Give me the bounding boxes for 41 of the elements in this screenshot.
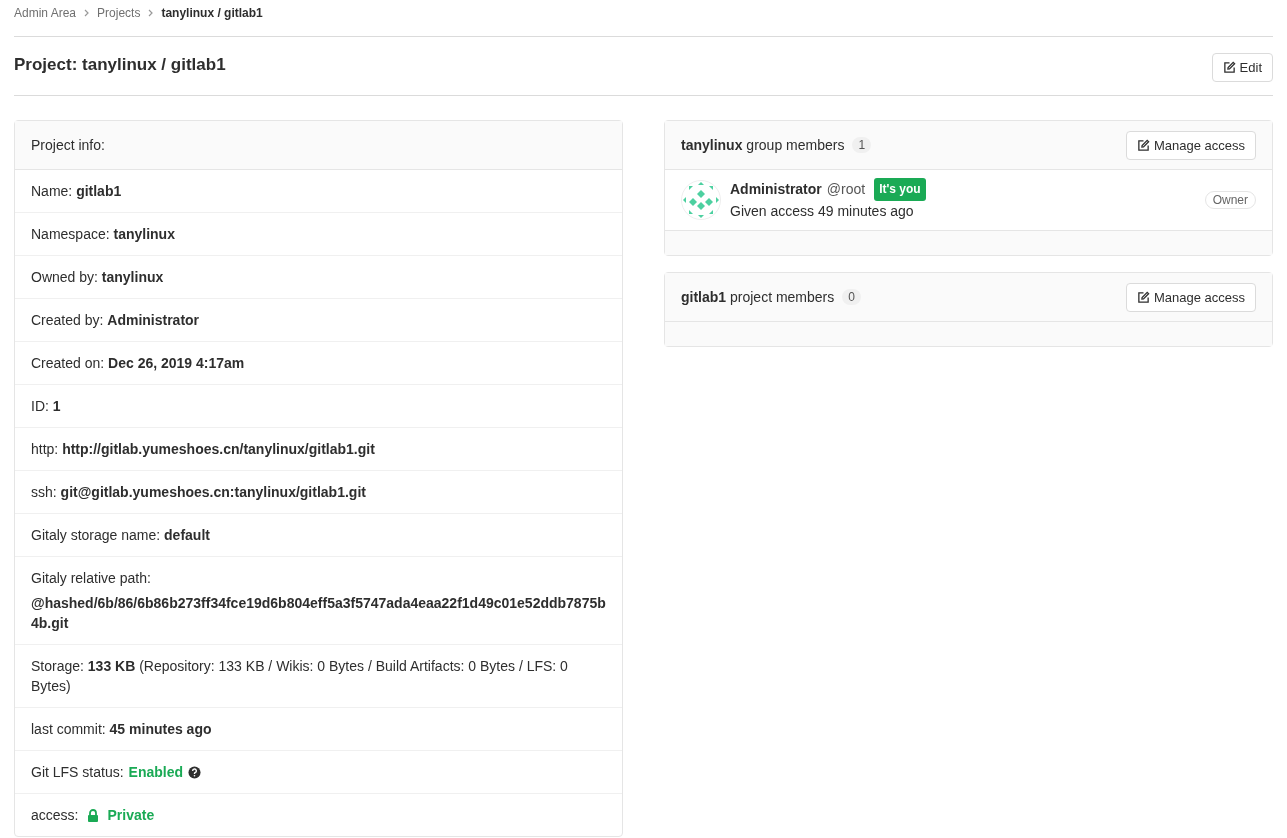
member-name[interactable]: Administrator	[730, 179, 822, 200]
panel-heading: gitlab1 project members	[681, 289, 835, 305]
page-title: Project: tanylinux / gitlab1	[14, 54, 226, 75]
info-text: Name: gitlab1	[31, 182, 122, 201]
info-text: ID: 1	[31, 397, 61, 416]
edit-icon	[1222, 61, 1236, 74]
info-value: @hashed/6b/86/6b86b273ff34fce19d6b804eff5a3f5747ada4eaa22f1d49c01e52ddb7875b4b.git	[31, 594, 606, 633]
panel-heading: Project info:	[31, 137, 105, 153]
member-count: 0	[842, 289, 861, 305]
info-text: Created by: Administrator	[31, 311, 200, 330]
info-label: access:	[31, 806, 79, 825]
lock-icon	[87, 808, 100, 822]
breadcrumb-link[interactable]: tanylinux / gitlab1	[161, 6, 263, 20]
breadcrumb-link[interactable]: Projects	[97, 6, 141, 20]
breadcrumb-link[interactable]: Admin Area	[14, 6, 77, 20]
you-badge: It's you	[874, 178, 926, 201]
chevron-icon	[148, 9, 154, 17]
info-text: Created on: Dec 26, 2019 4:17am	[31, 354, 245, 373]
manage-access-button[interactable]: Manage access	[1125, 130, 1256, 160]
info-text: Namespace: tanylinux	[31, 225, 175, 244]
info-text: last commit: 45 minutes ago	[31, 720, 212, 739]
member-count: 1	[852, 137, 872, 153]
info-text: Owned by: tanylinux	[31, 268, 164, 287]
info-text: Gitaly storage name: default	[31, 526, 210, 545]
help-icon[interactable]	[188, 765, 202, 779]
info-text: http: http://gitlab.yumeshoes.cn/tanylinux/gitlab1.git	[31, 440, 375, 459]
edit-icon	[1136, 138, 1150, 152]
status-value: Enabled	[128, 763, 184, 782]
access-detail: Given access 49 minutes ago	[730, 202, 915, 221]
info-label: Gitaly relative path:	[31, 569, 151, 588]
info-text: Storage: 133 KB (Repository: 133 KB / Wikis: 0 Bytes / Build Artifacts: 0 Bytes / LFS: 0 Bytes)	[31, 657, 569, 696]
chevron-icon	[84, 9, 90, 17]
edit-icon	[1136, 290, 1150, 304]
info-label: Git LFS status:	[31, 763, 124, 782]
panel-heading: tanylinux group members	[681, 137, 845, 153]
avatar-identicon	[681, 180, 721, 220]
info-text: ssh: git@gitlab.yumeshoes.cn:tanylinux/gitlab1.git	[31, 483, 366, 502]
member-username: @root	[826, 180, 866, 199]
manage-access-button[interactable]: Manage access	[1125, 282, 1256, 312]
access-value: Private	[107, 806, 155, 825]
edit-button[interactable]: Edit	[1211, 53, 1273, 82]
